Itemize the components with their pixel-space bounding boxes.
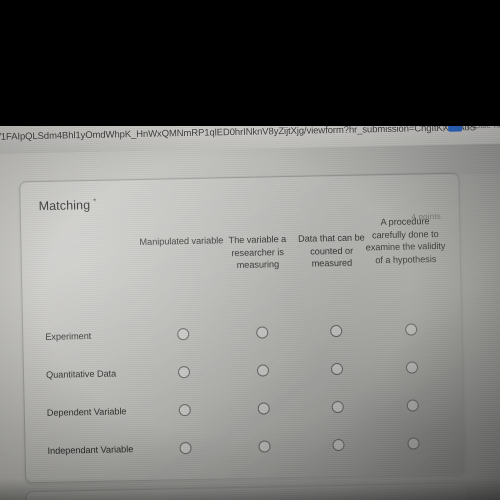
- toolbar-divider: [443, 119, 445, 132]
- grid-column-header-3: A procedure carefully done to examine th…: [365, 216, 446, 265]
- radio-row3-col1[interactable]: [258, 440, 271, 453]
- page-title: Matching *: [38, 196, 97, 214]
- radio-row0-col2[interactable]: [330, 324, 343, 338]
- question-card: Matching * 4 points Manipulated variable …: [19, 172, 466, 484]
- radio-row2-col0[interactable]: [178, 403, 191, 417]
- grid-column-header-0: Manipulated variable: [139, 235, 224, 247]
- required-asterisk: *: [93, 196, 97, 206]
- grid-row-label-1: Quantitative Data: [45, 368, 117, 380]
- google-form-page: Matching * 4 points Manipulated variable …: [0, 143, 500, 500]
- radio-row2-col3[interactable]: [406, 399, 419, 412]
- next-question-card: [25, 482, 467, 500]
- monitor-screen: /1FAIpQLSdm4Bhl1yOmdWhpK_HnWxQMNmRP1qlED…: [0, 113, 500, 500]
- grid-column-header-2: Data that can be counted or measured: [297, 232, 365, 269]
- table-row: Independant Variable: [25, 424, 458, 471]
- grid-column-headers: Manipulated variable The variable a rese…: [139, 216, 454, 308]
- radio-row2-col1[interactable]: [257, 402, 270, 415]
- radio-row1-col0[interactable]: [177, 365, 191, 379]
- photo-black-border-top: [0, 0, 500, 126]
- radio-row2-col2[interactable]: [331, 400, 344, 414]
- radio-row0-col3[interactable]: [405, 323, 418, 336]
- bookmark-label: DiGale-Kath: [466, 120, 500, 130]
- radio-row1-col2[interactable]: [330, 362, 344, 376]
- radio-row3-col0[interactable]: [179, 441, 192, 455]
- grid-column-header-1: The variable a researcher is measuring: [228, 234, 287, 271]
- radio-row1-col1[interactable]: [256, 364, 270, 377]
- grid-row-label-0: Experiment: [45, 330, 92, 342]
- address-bar-url[interactable]: /1FAIpQLSdm4Bhl1yOmdWhpK_HnWxQMNmRP1qlED…: [0, 122, 476, 143]
- radio-row3-col2[interactable]: [332, 438, 345, 452]
- bookmark-icon: [448, 119, 463, 132]
- radio-row3-col3[interactable]: [407, 437, 420, 450]
- matching-grid: Manipulated variable The variable a rese…: [21, 216, 464, 475]
- photo-of-screen: /1FAIpQLSdm4Bhl1yOmdWhpK_HnWxQMNmRP1qlED…: [0, 0, 500, 500]
- bookmark-bar-item[interactable]: DiGale-Kath: [443, 114, 500, 137]
- radio-row0-col0[interactable]: [177, 328, 190, 341]
- radio-row1-col3[interactable]: [405, 361, 419, 374]
- question-title-text: Matching: [38, 198, 91, 214]
- grid-row-label-3: Independant Variable: [47, 444, 134, 456]
- radio-row0-col1[interactable]: [256, 326, 269, 339]
- grid-row-label-2: Dependent Variable: [46, 406, 127, 418]
